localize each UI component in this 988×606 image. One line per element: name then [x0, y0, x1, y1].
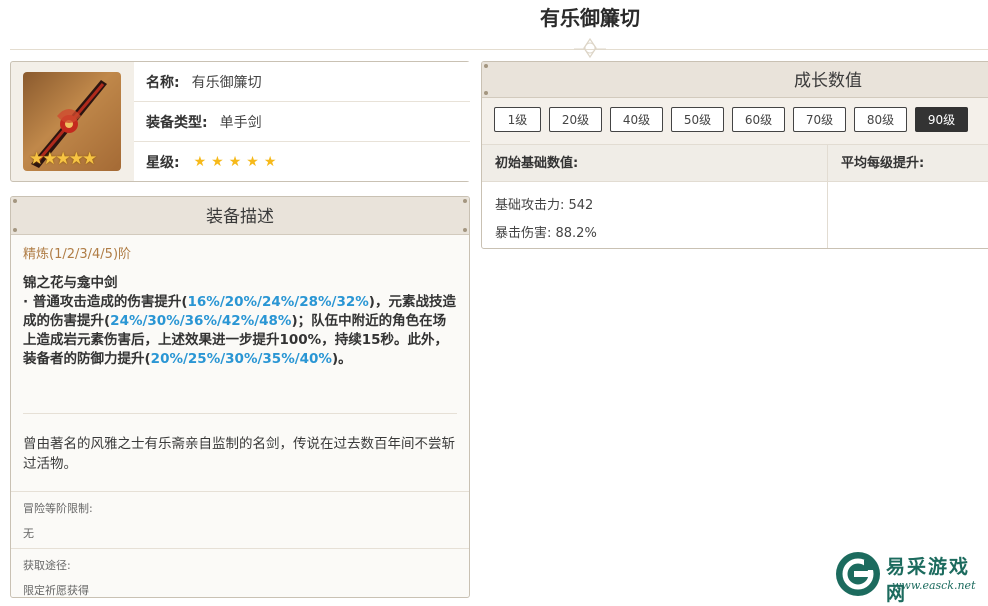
watermark-logo-icon [836, 552, 880, 596]
title-ornament-icon [574, 37, 606, 59]
passive-value: 24%/30%/36%/42%/48% [110, 313, 292, 329]
title-divider [10, 49, 988, 50]
description-card: 装备描述 精炼(1/2/3/4/5)阶 锦之花与龛中剑 · 普通攻击造成的伤害提… [10, 196, 470, 598]
growth-stats-card: 成长数值 1级 20级 40级 50级 60级 70级 80级 90级 初始基础数值: 平均每… [481, 61, 988, 249]
corner-dot [13, 228, 17, 232]
info-row-rarity: 星级: ★ ★ ★ ★ ★ [134, 142, 470, 181]
corner-dot [484, 64, 488, 68]
stat-line: 暴击伤害: 88.2% [495, 226, 597, 241]
rarity-label: 星级: [146, 154, 180, 171]
rarity-stars: ★ ★ ★ ★ ★ [194, 154, 282, 170]
level-button[interactable]: 20级 [549, 107, 602, 132]
passive-segment: · 普通攻击造成的伤害提升( [23, 294, 188, 310]
star-icon: ★ [193, 153, 207, 170]
description-title: 装备描述 [206, 207, 274, 227]
star-icon: ★ [246, 153, 259, 170]
lore-text: 曾由著名的风雅之士有乐斋亲自监制的名剑，传说在过去数百年间不尝斩过活物。 [23, 436, 455, 472]
passive-value: 16%/20%/24%/28%/32% [187, 294, 369, 310]
passive-segment: )。 [331, 351, 352, 367]
page-title: 有乐御簾切 [540, 6, 640, 30]
star-icon: ★ [211, 153, 224, 170]
star-icon: ★ [263, 153, 277, 170]
stat-table-header: 初始基础数值: 平均每级提升: [482, 144, 988, 182]
name-label: 名称: [146, 74, 180, 91]
level-button[interactable]: 50级 [671, 107, 724, 132]
level-button[interactable]: 60级 [732, 107, 785, 132]
source-label: 获取途径: [23, 559, 71, 572]
base-stats-heading: 初始基础数值: [482, 145, 828, 181]
watermark-url: www.easck.net [892, 579, 976, 592]
info-row-type: 装备类型: 单手剑 [134, 102, 470, 142]
info-row-name: 名称: 有乐御簾切 [134, 62, 470, 102]
name-value: 有乐御簾切 [191, 74, 262, 91]
weapon-info-card: ★★★★★ 名称: 有乐御簾切 装备类型: 单手剑 星级: ★ ★ ★ ★ ★ [10, 61, 470, 182]
growth-header: 成长数值 [482, 62, 988, 98]
source-value: 限定祈愿获得 [23, 584, 89, 597]
level-button[interactable]: 1级 [494, 107, 541, 132]
ascension-limit: 冒险等阶限制: 无 [11, 491, 469, 548]
description-header: 装备描述 [11, 197, 469, 235]
thumb-stars: ★★★★★ [29, 149, 97, 169]
corner-dot [13, 199, 17, 203]
level-button[interactable]: 80级 [854, 107, 907, 132]
passive-effect: 锦之花与龛中剑 · 普通攻击造成的伤害提升(16%/20%/24%/28%/32… [11, 262, 469, 369]
star-icon: ★ [228, 153, 242, 170]
corner-dot [463, 228, 467, 232]
acquisition-source: 获取途径: 限定祈愿获得 [11, 548, 469, 597]
corner-dot [484, 91, 488, 95]
corner-dot [463, 199, 467, 203]
ascension-value: 无 [23, 527, 34, 540]
type-value: 单手剑 [219, 114, 262, 131]
refinement-label: 精炼(1/2/3/4/5)阶 [23, 247, 132, 262]
passive-text: · 普通攻击造成的伤害提升(16%/20%/24%/28%/32%)，元素战技造… [23, 293, 457, 369]
type-label: 装备类型: [146, 114, 208, 131]
level-button[interactable]: 70级 [793, 107, 846, 132]
level-button[interactable]: 90级 [915, 107, 968, 132]
stat-line: 基础攻击力: 542 [495, 198, 594, 213]
ascension-label: 冒险等阶限制: [23, 502, 93, 515]
stat-table-body: 基础攻击力: 542 暴击伤害: 88.2% [482, 182, 988, 248]
per-level-heading: 平均每级提升: [841, 156, 925, 171]
passive-name: 锦之花与龛中剑 [23, 275, 118, 291]
base-stats-cell: 基础攻击力: 542 暴击伤害: 88.2% [482, 182, 828, 248]
level-button[interactable]: 40级 [610, 107, 663, 132]
passive-value: 20%/25%/30%/35%/40% [150, 351, 332, 367]
growth-title: 成长数值 [794, 71, 862, 91]
level-selector: 1级 20级 40级 50级 60级 70级 80级 90级 [482, 98, 988, 144]
weapon-image: ★★★★★ [23, 72, 121, 171]
